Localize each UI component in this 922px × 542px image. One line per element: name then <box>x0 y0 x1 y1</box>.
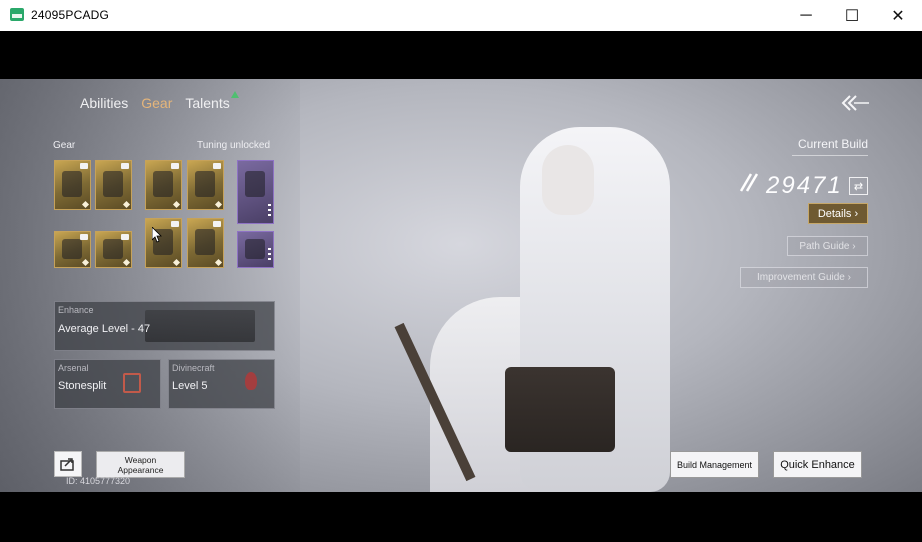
talent-available-indicator-icon <box>230 91 239 98</box>
tuning-dot-icon <box>81 200 90 209</box>
build-management-button[interactable]: Build Management <box>670 451 759 478</box>
gear-slot-armor-3[interactable] <box>145 218 182 268</box>
path-guide-label: Path Guide <box>799 240 850 252</box>
gear-badge-icon <box>121 163 129 169</box>
gear-slot-weapon-2[interactable] <box>95 160 132 210</box>
quick-enhance-button[interactable]: Quick Enhance <box>773 451 862 478</box>
gear-art <box>62 239 82 259</box>
enhance-label: Enhance <box>58 305 94 315</box>
gear-art <box>195 171 215 197</box>
weapon-appearance-line1: Weapon <box>124 455 157 465</box>
character-belt <box>505 367 615 452</box>
details-label: Details <box>817 207 852 220</box>
window-titlebar: 24095PCADG ─ ☐ ✕ <box>0 0 922 31</box>
maximize-icon: ☐ <box>844 7 860 25</box>
tuning-dot-icon <box>172 258 181 267</box>
gear-slot-dagger[interactable] <box>95 231 132 268</box>
gear-badge-icon <box>171 221 179 227</box>
gear-art <box>245 171 265 197</box>
gear-slot-accessory-ring[interactable] <box>237 231 274 268</box>
anvil-art <box>145 310 255 342</box>
arsenal-value: Stonesplit <box>58 380 107 392</box>
player-id: ID: 4105777320 <box>66 476 131 486</box>
gear-art <box>195 229 215 255</box>
mouse-cursor-icon <box>152 227 162 243</box>
share-icon <box>60 458 74 471</box>
improvement-guide-label: Improvement Guide <box>757 272 845 283</box>
divinecraft-panel[interactable]: Divinecraft Level 5 <box>168 359 275 409</box>
current-build-label: Current Build <box>797 137 868 151</box>
tab-gear[interactable]: Gear <box>141 95 172 111</box>
share-button[interactable] <box>54 451 82 477</box>
gear-slot-bow[interactable] <box>237 160 274 224</box>
close-button[interactable]: ✕ <box>875 0 921 31</box>
build-score: 29471 <box>766 172 843 199</box>
window-title: 24095PCADG <box>31 8 110 22</box>
gear-slot-armor-4[interactable] <box>187 218 224 268</box>
minimize-button[interactable]: ─ <box>783 0 829 31</box>
gear-slot-weapon-1[interactable] <box>54 160 91 210</box>
gear-badge-icon <box>80 234 88 240</box>
tab-talents-label: Talents <box>185 95 230 111</box>
main-tabs: Abilities Gear Talents <box>80 91 243 111</box>
gear-slot-armor-2[interactable] <box>187 160 224 210</box>
path-guide-button[interactable]: Path Guide › <box>787 236 868 256</box>
maximize-button[interactable]: ☐ <box>829 0 875 31</box>
tuning-dot-icon <box>122 258 131 267</box>
gear-slot-armor-1[interactable] <box>145 160 182 210</box>
combat-power-icon <box>737 171 761 193</box>
tuning-dot-icon <box>172 200 181 209</box>
back-arrows-icon[interactable] <box>840 93 870 113</box>
arsenal-shield-icon <box>123 373 141 393</box>
tuning-dot-icon <box>81 258 90 267</box>
divinecraft-value: Level 5 <box>172 380 208 392</box>
close-icon: ✕ <box>891 7 905 25</box>
details-button[interactable]: Details › <box>808 203 868 224</box>
gear-badge-icon <box>213 221 221 227</box>
more-options-icon <box>268 204 271 218</box>
current-build-divider <box>792 155 868 156</box>
gear-art <box>62 171 82 197</box>
gear-art <box>103 171 123 197</box>
swap-build-button[interactable]: ⇄ <box>849 177 868 195</box>
more-options-icon <box>268 248 271 262</box>
tuning-dot-icon <box>214 200 223 209</box>
tab-abilities[interactable]: Abilities <box>80 95 128 111</box>
tab-talents[interactable]: Talents <box>185 91 239 111</box>
divinecraft-label: Divinecraft <box>172 363 215 373</box>
tuning-dot-icon <box>214 258 223 267</box>
gear-badge-icon <box>80 163 88 169</box>
tuning-unlocked-label: Tuning unlocked <box>197 140 271 151</box>
arsenal-label: Arsenal <box>58 363 89 373</box>
gear-slot-ring[interactable] <box>54 231 91 268</box>
gear-badge-icon <box>121 234 129 240</box>
gear-art <box>103 239 123 259</box>
minimize-icon: ─ <box>800 6 812 24</box>
weapon-appearance-line2: Appearance <box>117 465 164 475</box>
arsenal-panel[interactable]: Arsenal Stonesplit <box>54 359 161 409</box>
enhance-value: Average Level - 47 <box>58 323 151 335</box>
improvement-guide-button[interactable]: Improvement Guide › <box>740 267 868 288</box>
swap-icon: ⇄ <box>853 180 864 193</box>
character-head <box>542 145 594 215</box>
flame-icon <box>245 372 257 390</box>
gear-art <box>245 239 265 259</box>
chevron-right-icon: › <box>844 272 851 283</box>
gear-art <box>153 171 173 197</box>
chevron-right-icon: › <box>849 240 856 252</box>
gear-header: Gear <box>53 140 76 151</box>
chevron-right-icon: › <box>851 207 859 220</box>
character-model <box>390 127 700 492</box>
gear-badge-icon <box>213 163 221 169</box>
tuning-dot-icon <box>122 200 131 209</box>
enhance-panel[interactable]: Enhance Average Level - 47 <box>54 301 275 351</box>
app-icon <box>10 8 24 21</box>
weapon-appearance-button[interactable]: Weapon Appearance <box>96 451 185 478</box>
game-viewport: Abilities Gear Talents Gear Tuning unloc… <box>0 79 922 492</box>
gear-badge-icon <box>171 163 179 169</box>
